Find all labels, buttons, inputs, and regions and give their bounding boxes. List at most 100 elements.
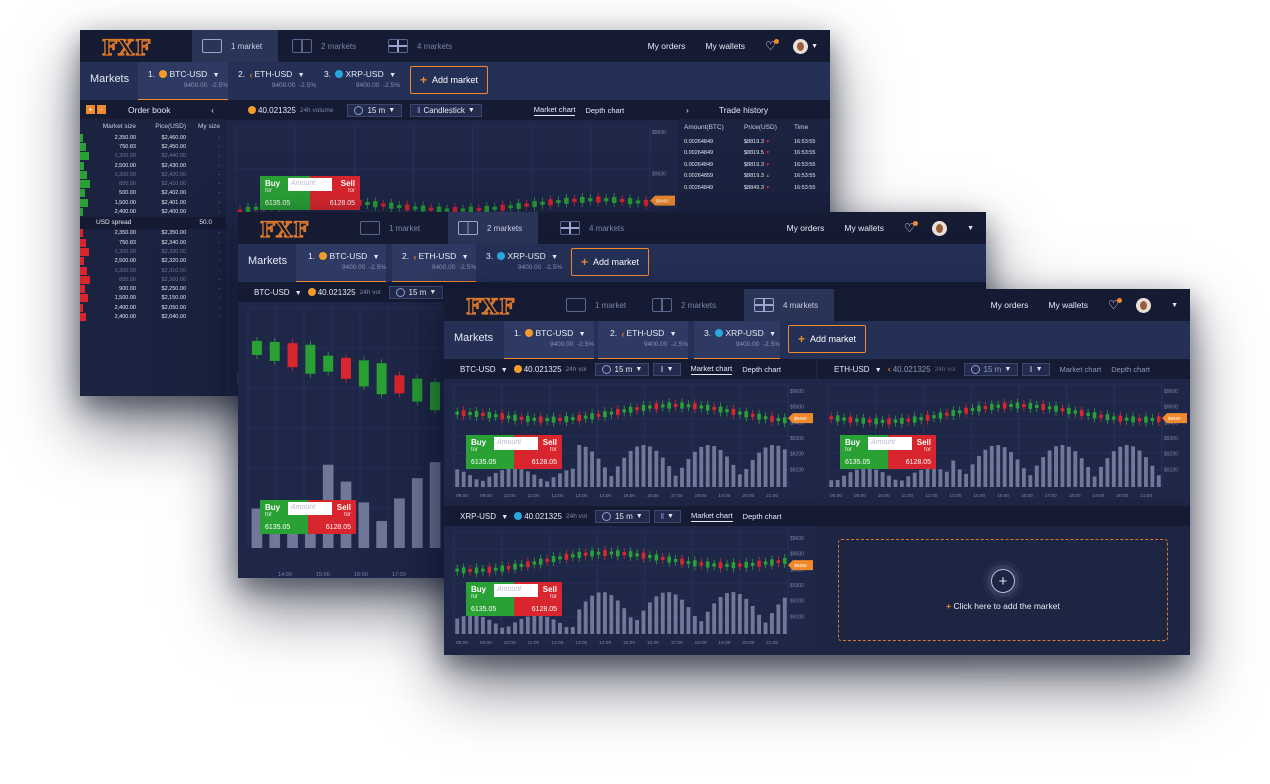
market-chart-eth[interactable]: $9600 $9500 $9400 $9300 $9200 $9100 $9460 08:00… [818,379,1190,499]
my-wallets-link[interactable]: My wallets [705,41,745,51]
order-book-row[interactable]: 850.00 $2,410.00- [80,179,226,189]
tab-depth-chart[interactable]: Depth chart [742,365,781,374]
add-market-button[interactable]: + Add market [788,325,867,353]
market-chart-xrp[interactable]: $9600 $9500 $9400 $9300 $9200 $9100 $9460 08:00… [444,526,816,646]
view-four-markets-tab[interactable]: 4 markets [744,289,834,321]
tab-depth-chart[interactable]: Depth chart [1111,365,1150,374]
tab-market-chart[interactable]: Market chart [690,364,733,375]
market-chart-btc[interactable]: $9600 $9500 $9400 $9300 $9200 $9100 $9460 08:00… [444,379,816,499]
app-logo[interactable]: FXF [259,216,309,242]
market-tab-eth[interactable]: 2. ‹ ETH-USD ▼ 9400.00 -2.5% [238,62,316,100]
my-orders-link[interactable]: My orders [787,223,825,233]
bell-icon[interactable]: ♡ [765,39,780,52]
order-book-row[interactable]: 2,350.00 $2,350.00- [80,229,226,238]
my-orders-link[interactable]: My orders [648,41,686,51]
amount-input[interactable]: Amount [868,437,912,450]
view-two-markets-tab[interactable]: 2 markets [292,30,356,62]
chevron-left-icon[interactable]: ‹ [211,105,214,115]
volume-bar [686,458,691,487]
amount-input[interactable]: Amount [494,437,538,450]
amount-input[interactable]: Amount [288,178,332,191]
chart-type-select[interactable]: ‖ ▼ [653,509,681,523]
view-two-markets-tab[interactable]: 2 markets [448,212,538,244]
view-two-markets-tab[interactable]: 2 markets [652,289,716,321]
add-market-slot[interactable]: + + Click here to add the market [838,539,1168,641]
volume-bar [577,609,582,634]
chevron-down-icon[interactable]: ▼ [1171,302,1178,309]
time-axis-label: 14:00 [973,493,985,499]
chevron-down-icon[interactable]: ▼ [967,225,974,232]
add-market-button[interactable]: + Add market [410,66,489,94]
market-tab-xrp[interactable]: 3. XRP-USD ▼ 9400.00 -2.5% [324,62,400,100]
view-four-markets-tab[interactable]: 4 markets [560,212,624,244]
chart-type-select[interactable]: ‖ ▼ [1022,362,1050,376]
chevron-down-icon[interactable]: ▼ [811,43,818,50]
order-book-row[interactable]: 2,500.00 $2,320.00- [80,257,226,266]
market-tab-btc[interactable]: 1. BTC-USD ▼ 9400.00 -2.5% [138,62,228,100]
plus-circle-icon[interactable]: + [991,569,1015,593]
order-book-row[interactable]: 2,400.00 $2,400.00- [80,207,226,217]
my-wallets-link[interactable]: My wallets [844,223,884,233]
volume-bar [737,474,742,487]
bell-icon[interactable]: ♡ [904,221,919,234]
tab-depth-chart[interactable]: Depth chart [743,512,782,521]
order-book-row[interactable]: 1,200.00 $2,330.00- [80,247,226,256]
order-book-row[interactable]: 1,500.00 $2,150.00- [80,294,226,303]
market-tab-xrp[interactable]: 3. XRP-USD ▼ 9400.00 -2.5% [486,244,562,282]
avatar[interactable] [793,38,809,54]
chevron-right-icon[interactable]: › [686,105,689,115]
order-book-row[interactable]: 750.83 $2,340.00- [80,238,226,247]
my-wallets-link[interactable]: My wallets [1048,300,1088,310]
chart-type-select[interactable]: ‖ ▼ [653,362,681,376]
avatar[interactable] [1136,297,1152,313]
order-book-row[interactable]: 1,200.00 $2,440.00- [80,152,226,161]
pair-select[interactable]: XRP-USD ▼ [460,512,508,521]
view-one-market-tab[interactable]: 1 market [566,289,626,321]
app-logo[interactable]: FXF [465,293,515,319]
candle-body [253,206,259,210]
amount-input[interactable]: Amount [288,502,332,515]
order-book-row[interactable]: 2,350.00 $2,460.00- [80,133,226,142]
order-book-row[interactable]: 900.00 $2,250.00- [80,284,226,294]
interval-select[interactable]: 15 m ▼ [388,285,444,299]
candlestick-chart-svg[interactable]: 14:00 15:00 16:00 17:00 [238,302,445,578]
market-tab-xrp[interactable]: 3. XRP-USD ▼ 9400.00 -2.5% [694,321,780,359]
order-book-row[interactable]: 850.00 $2,300.00- [80,275,226,284]
my-orders-link[interactable]: My orders [991,300,1029,310]
interval-select[interactable]: 15 m ▼ [347,103,403,117]
amount-input[interactable]: Amount [494,584,538,597]
market-tab-eth[interactable]: 2. ‹ ETH-USD ▼ 9400.00 -2.5% [598,321,688,359]
view-one-market-tab[interactable]: 1 market [192,30,278,62]
order-book-row[interactable]: 1,500.00 $2,401.00- [80,198,226,207]
price-axis-label: $9500 [652,172,666,178]
pair-select[interactable]: BTC-USD ▼ [460,365,508,374]
tab-market-chart[interactable]: Market chart [1060,365,1102,374]
chart-type-select[interactable]: ‖ Candlestick ▼ [410,103,482,117]
app-logo[interactable]: FXF [101,34,151,60]
tab-market-chart[interactable]: Market chart [690,511,733,522]
order-book-row[interactable]: 3,200.00 $2,420.00- [80,170,226,179]
pair-select[interactable]: ETH-USD ▼ [834,365,882,374]
collapse-icon[interactable]: - [97,105,106,114]
order-book-row[interactable]: 2,400.00 $2,040.00- [80,312,226,321]
view-four-markets-tab[interactable]: 4 markets [388,30,452,62]
expand-icon[interactable]: + [86,105,95,114]
avatar[interactable] [932,220,948,236]
order-book-row[interactable]: 2,400.00 $2,050.00- [80,303,226,312]
tab-market-chart[interactable]: Market chart [533,105,576,116]
view-one-market-tab[interactable]: 1 market [360,212,420,244]
order-book-row[interactable]: 3,200.00 $2,310.00- [80,266,226,275]
market-tab-eth[interactable]: 2. ‹ ETH-USD ▼ 9400.00 -2.5% [392,244,476,282]
order-book-row[interactable]: 750.83 $2,450.00- [80,142,226,151]
market-tab-btc[interactable]: 1. BTC-USD ▼ 9400.00 -2.5% [504,321,594,359]
tab-depth-chart[interactable]: Depth chart [585,106,624,115]
market-tab-btc[interactable]: 1. BTC-USD ▼ 9400.00 -2.5% [296,244,386,282]
pair-select[interactable]: BTC-USD ▼ [254,288,302,297]
interval-select[interactable]: 15 m ▼ [963,362,1019,376]
interval-select[interactable]: 15 m ▼ [594,362,650,376]
bell-icon[interactable]: ♡ [1108,298,1123,311]
order-book-row[interactable]: 2,500.00 $2,430.00- [80,161,226,170]
interval-select[interactable]: 15 m ▼ [594,509,650,523]
order-book-row[interactable]: 500.00 $2,402.00- [80,189,226,198]
add-market-button[interactable]: + Add market [571,248,650,276]
